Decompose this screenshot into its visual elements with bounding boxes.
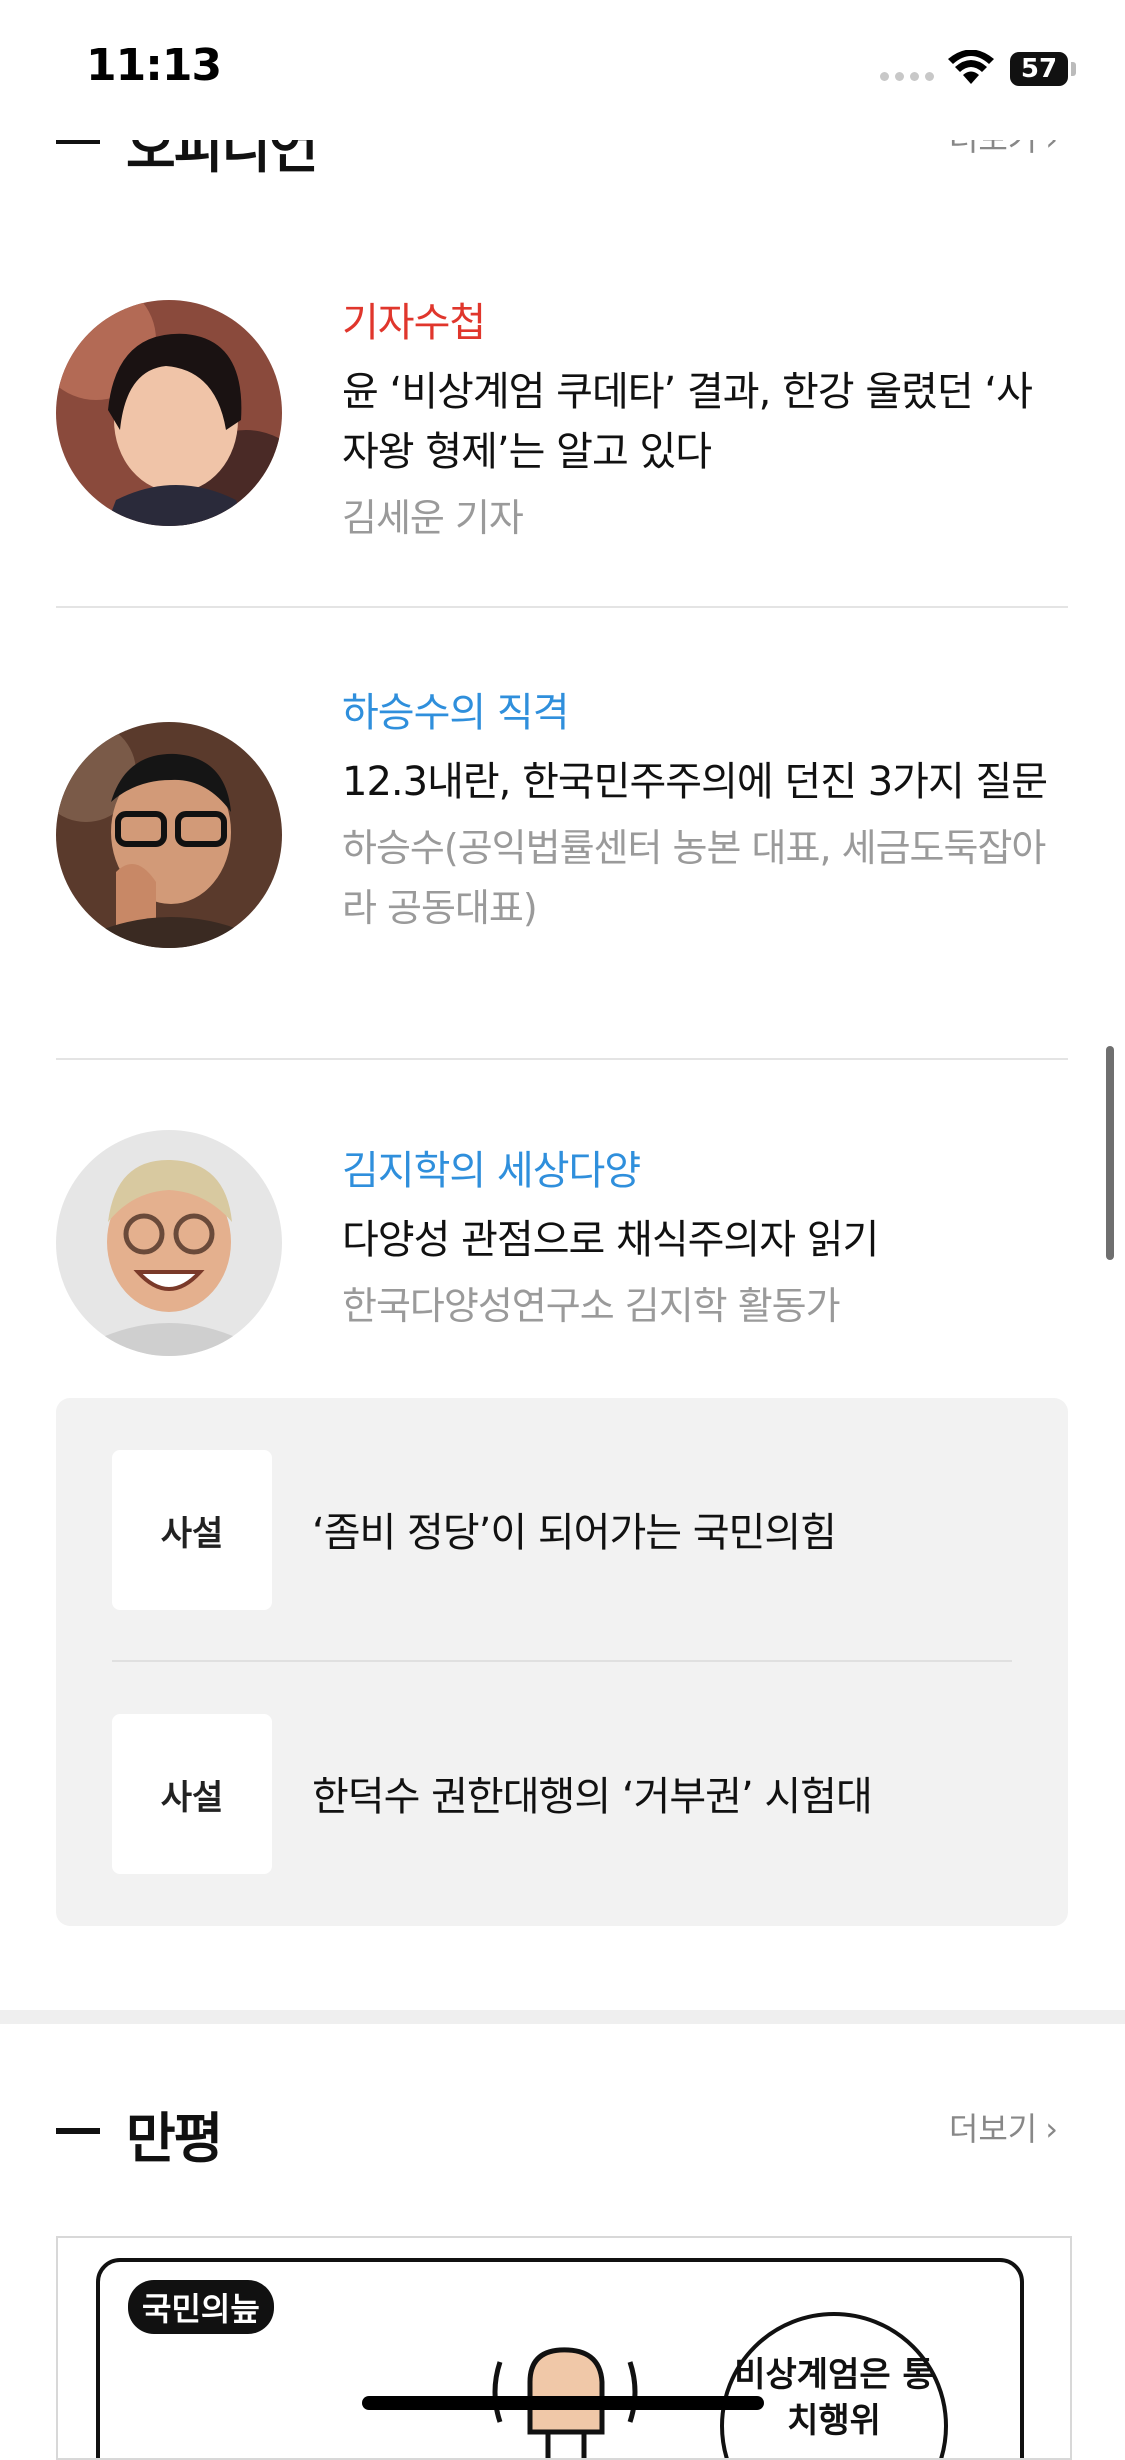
columnist-avatar — [56, 722, 282, 948]
section-separator — [0, 2010, 1125, 2024]
status-bar: 11:13 57 — [0, 0, 1125, 140]
more-link-label: 더보기 — [948, 2110, 1038, 2148]
cartoon-section-header: 만평 더보기 › — [56, 2090, 1068, 2170]
fist-icon — [492, 2347, 638, 2458]
divider — [112, 1660, 1012, 1662]
battery-icon: 57 — [1010, 52, 1068, 86]
column-name[interactable]: 기자수첩 — [342, 290, 1062, 348]
wifi-icon — [948, 50, 994, 84]
cartoon-panel: 국민의늪 비상계엄은 통치행위 — [96, 2258, 1024, 2458]
battery-tip — [1071, 62, 1076, 76]
section-title: 만평 — [126, 2107, 223, 2170]
byline: 한국다양성연구소 김지학 활동가 — [342, 1284, 841, 1328]
speech-bubble: 비상계엄은 통치행위 — [720, 2312, 948, 2458]
editorial-tag: 사설 — [112, 1450, 272, 1610]
editorial-title[interactable]: ‘좀비 정당’이 되어가는 국민의힘 — [312, 1500, 837, 1558]
byline: 김세운 기자 — [342, 496, 524, 540]
headline[interactable]: 12.3내란, 한국민주주의에 던진 3가지 질문 — [342, 752, 1062, 812]
editorial-title[interactable]: 한덕수 권한대행의 ‘거부권’ 시험대 — [312, 1764, 873, 1822]
byline: 하승수(공익법률센터 농본 대표, 세금도둑잡아라 공동대표) — [342, 826, 1046, 930]
scroll-indicator[interactable] — [1106, 1046, 1114, 1260]
opinion-item[interactable]: 하승수의 직격 12.3내란, 한국민주주의에 던진 3가지 질문 하승수(공익… — [56, 680, 1068, 1000]
status-time: 11:13 — [86, 40, 222, 91]
column-name[interactable]: 김지학의 세상다양 — [342, 1138, 1062, 1196]
column-name[interactable]: 하승수의 직격 — [342, 680, 1062, 738]
opinion-item[interactable]: 기자수첩 윤 ‘비상계엄 쿠데타’ 결과, 한강 울렸던 ‘사자왕 형제’는 알… — [56, 290, 1068, 580]
cartoon-more-link[interactable]: 더보기 › — [949, 2104, 1058, 2150]
editorial-item[interactable]: 사설 ‘좀비 정당’이 되어가는 국민의힘 — [112, 1450, 1012, 1610]
chevron-right-icon: › — [1045, 2110, 1058, 2148]
reporter-avatar — [56, 300, 282, 526]
divider — [56, 1058, 1068, 1060]
divider — [56, 606, 1068, 608]
editorial-box: 사설 ‘좀비 정당’이 되어가는 국민의힘 사설 한덕수 권한대행의 ‘거부권’… — [56, 1398, 1068, 1926]
cartoon-badge: 국민의늪 — [128, 2280, 274, 2334]
editorial-tag: 사설 — [112, 1714, 272, 1874]
headline[interactable]: 윤 ‘비상계엄 쿠데타’ 결과, 한강 울렸던 ‘사자왕 형제’는 알고 있다 — [342, 362, 1062, 482]
signal-icon — [880, 72, 934, 81]
cartoon-image[interactable]: 국민의늪 비상계엄은 통치행위 — [56, 2236, 1072, 2460]
battery-level: 57 — [1020, 54, 1058, 84]
columnist-avatar — [56, 1130, 282, 1356]
section-dash — [56, 2128, 100, 2134]
opinion-item[interactable]: 김지학의 세상다양 다양성 관점으로 채식주의자 읽기 한국다양성연구소 김지학… — [56, 1130, 1068, 1370]
home-indicator[interactable] — [362, 2396, 764, 2410]
headline[interactable]: 다양성 관점으로 채식주의자 읽기 — [342, 1210, 1062, 1270]
editorial-item[interactable]: 사설 한덕수 권한대행의 ‘거부권’ 시험대 — [112, 1714, 1012, 1874]
